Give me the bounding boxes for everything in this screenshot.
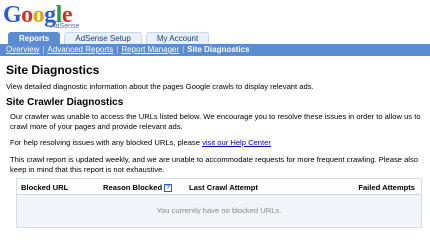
subnav-separator: | — [182, 45, 185, 54]
help-notice-text: For help resolving issues with any block… — [10, 138, 200, 147]
section-title: Site Crawler Diagnostics — [6, 97, 124, 108]
subnav-advanced-reports[interactable]: Advanced Reports — [47, 45, 113, 54]
subnav-separator: | — [116, 45, 119, 54]
help-icon[interactable]: ? — [164, 184, 173, 192]
subnav-report-manager[interactable]: Report Manager — [121, 45, 179, 54]
table-empty-message: You currently have no blocked URLs. — [17, 195, 421, 227]
sub-navigation: Overview | Advanced Reports | Report Manager… — [0, 44, 430, 56]
page-title: Site Diagnostics — [6, 63, 100, 77]
column-reason-blocked: Reason Blocked? — [103, 183, 173, 192]
help-center-link[interactable]: visit our Help Center — [202, 138, 271, 147]
subnav-site-diagnostics: Site Diagnostics — [187, 45, 250, 54]
subnav-overview[interactable]: Overview — [6, 45, 39, 54]
tab-adsense-setup[interactable]: AdSense Setup — [64, 32, 142, 44]
column-reason-blocked-label: Reason Blocked — [103, 183, 163, 192]
tab-reports[interactable]: Reports — [8, 32, 61, 44]
update-notice: This crawl report is updated weekly, and… — [10, 155, 419, 174]
logo-sub: AdSense — [51, 23, 80, 30]
crawler-notice: Our crawler was unable to access the URL… — [10, 112, 421, 131]
help-notice: For help resolving issues with any block… — [10, 138, 428, 148]
google-adsense-logo: Google AdSense — [3, 3, 83, 33]
main-tabs: Reports AdSense Setup My Account — [8, 32, 210, 44]
table-header: Blocked URL Reason Blocked? Last Crawl A… — [17, 179, 421, 195]
column-failed-attempts: Failed Attempts — [358, 183, 415, 192]
column-blocked-url: Blocked URL — [21, 183, 69, 192]
page-description: View detailed diagnostic information abo… — [6, 82, 314, 91]
column-last-crawl-attempt: Last Crawl Attempt — [189, 183, 258, 192]
blocked-urls-table: Blocked URL Reason Blocked? Last Crawl A… — [16, 178, 422, 228]
tab-my-account[interactable]: My Account — [145, 32, 210, 44]
subnav-separator: | — [42, 45, 45, 54]
